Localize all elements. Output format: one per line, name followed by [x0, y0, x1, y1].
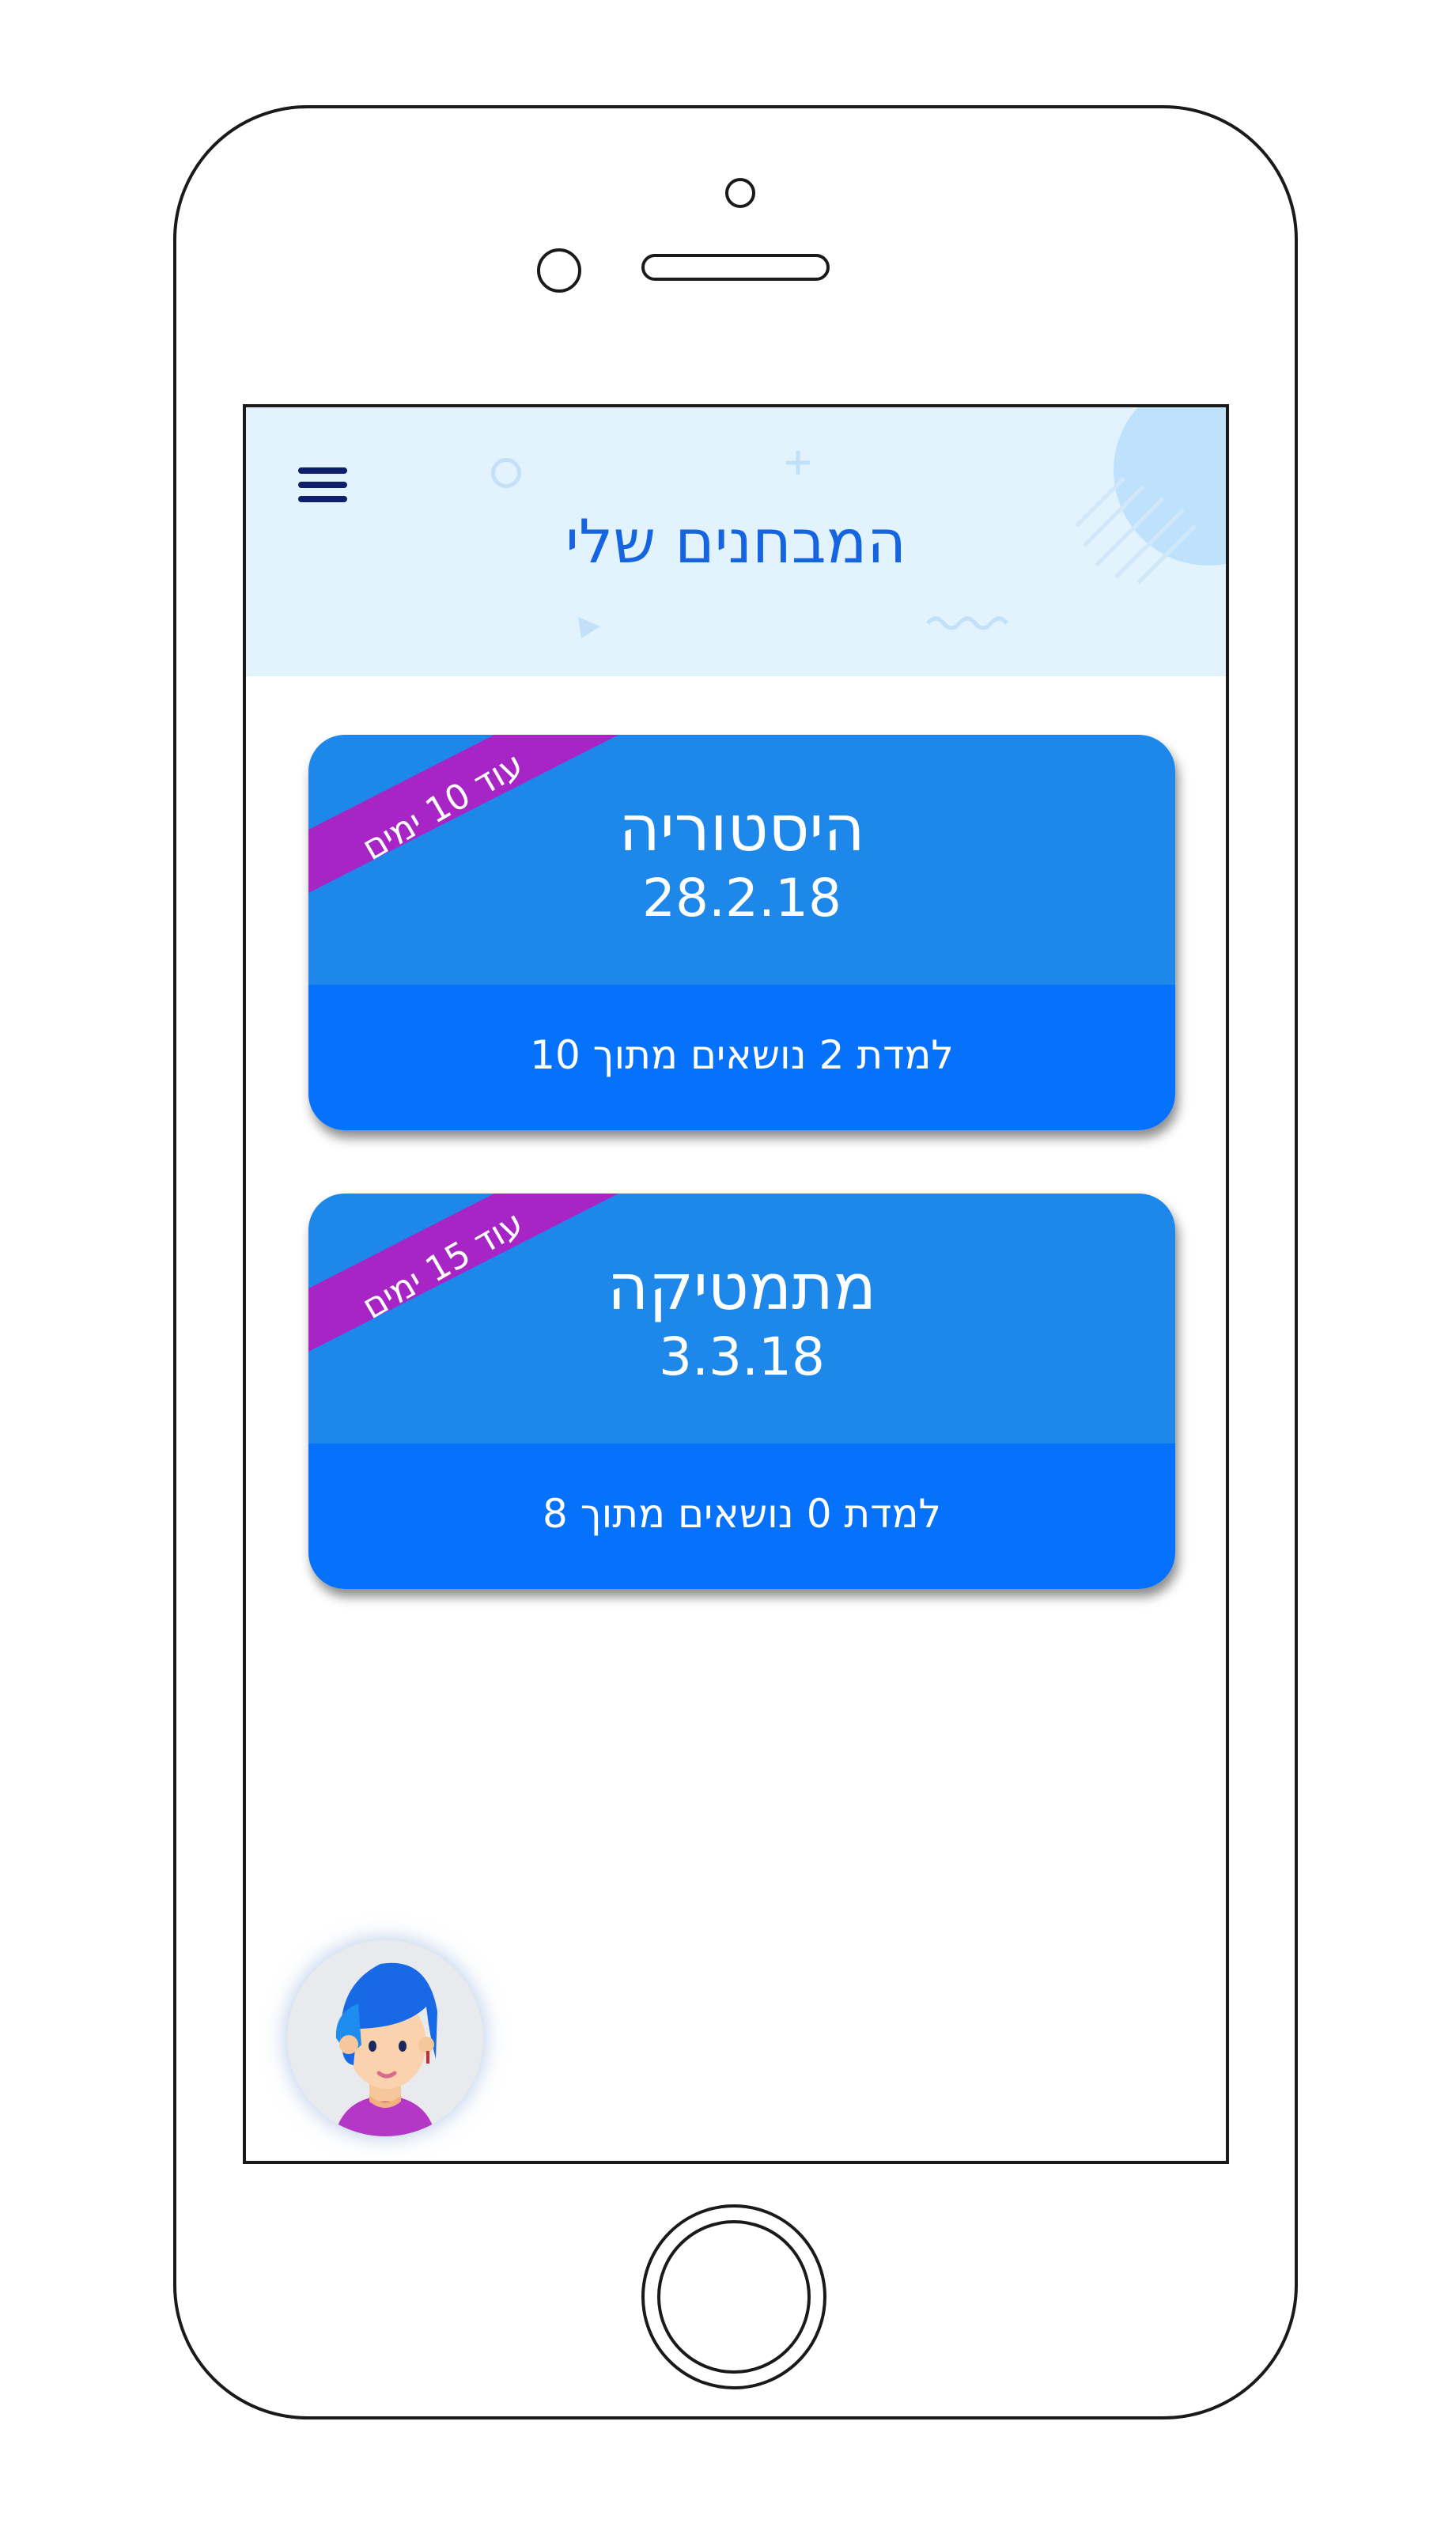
exam-date: 28.2.18 — [642, 868, 841, 929]
earpiece-speaker — [641, 254, 830, 281]
page-title: המבחנים שלי — [565, 506, 906, 577]
app-header: המבחנים שלי — [246, 407, 1226, 676]
exam-date: 3.3.18 — [659, 1326, 825, 1387]
exam-card-footer: למדת 0 נושאים מתוך 8 — [308, 1443, 1175, 1589]
exam-progress: למדת 2 נושאים מתוך 10 — [530, 1032, 954, 1078]
home-button-inner — [657, 2220, 811, 2374]
exam-card-history[interactable]: למדת 2 נושאים מתוך 10 היסטוריה 28.2.18 ע… — [308, 735, 1175, 1130]
user-avatar-icon — [335, 1962, 437, 2136]
sensor — [537, 248, 581, 293]
hamburger-menu-icon-line — [298, 482, 347, 488]
app-screen: המבחנים שלי למדת 2 נושאים מתוך 10 היסטור… — [243, 404, 1229, 2164]
user-avatar-button[interactable] — [287, 1940, 483, 2136]
menu-button[interactable] — [295, 464, 350, 509]
hamburger-menu-icon-line — [298, 496, 347, 502]
exam-card-footer: למדת 2 נושאים מתוך 10 — [308, 985, 1175, 1130]
front-camera — [725, 178, 755, 208]
hamburger-menu-icon — [298, 467, 347, 474]
exam-progress: למדת 0 נושאים מתוך 8 — [543, 1491, 941, 1537]
exam-card-math[interactable]: למדת 0 נושאים מתוך 8 מתמטיקה 3.3.18 עוד … — [308, 1194, 1175, 1589]
